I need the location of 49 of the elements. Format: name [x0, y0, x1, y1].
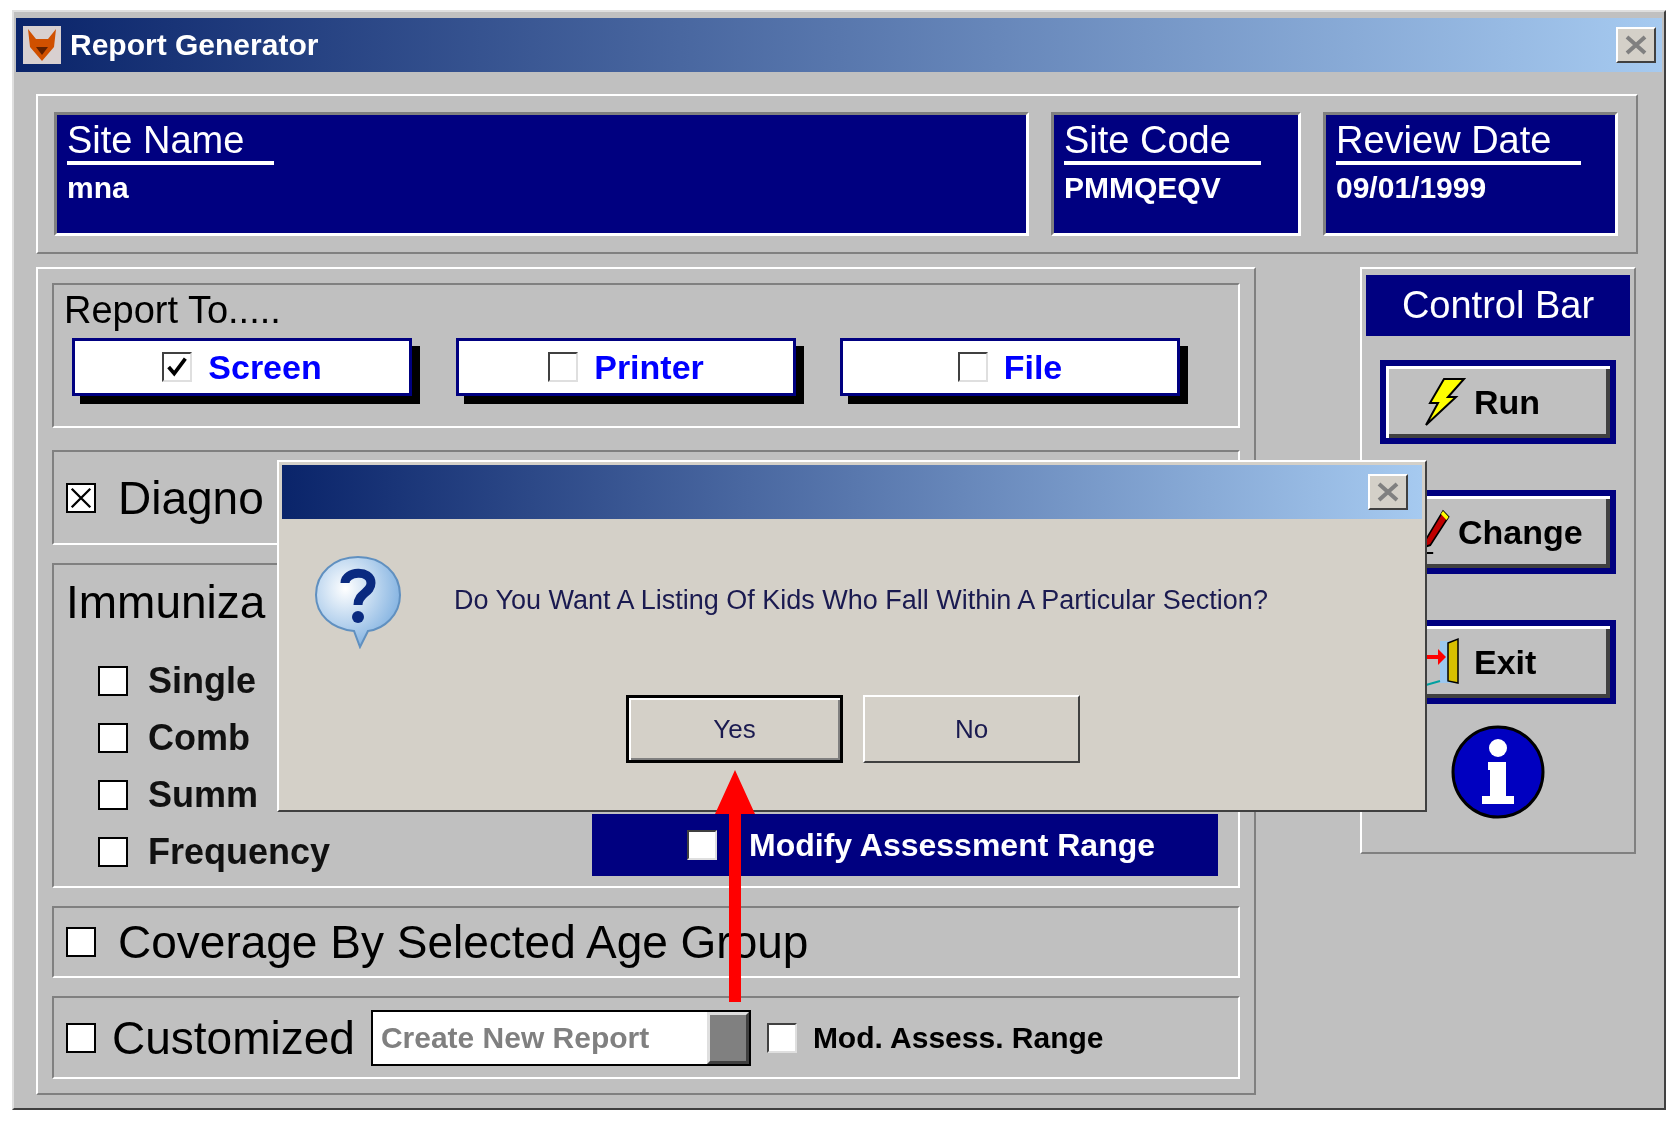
checkbox[interactable] — [66, 482, 96, 513]
info-icon[interactable] — [1450, 724, 1546, 820]
report-combo-box[interactable]: Create New Report — [370, 1009, 751, 1066]
output-option-tile[interactable]: Screen — [72, 338, 420, 404]
immunization-option-label: Frequency — [148, 830, 331, 873]
checkbox[interactable] — [66, 1022, 96, 1053]
checkbox[interactable] — [687, 830, 717, 860]
modify-range-label: Modify Assessment Range — [749, 826, 1156, 864]
output-option-tile[interactable]: File — [840, 338, 1188, 404]
checkbox[interactable] — [98, 665, 128, 696]
site-info-value: 09/01/1999 — [1336, 170, 1488, 205]
report-to-label: Report To..... — [64, 289, 282, 332]
checkbox[interactable] — [766, 1022, 797, 1053]
mod-range-label: Mod. Assess. Range — [812, 1020, 1104, 1055]
customized-label: Customized — [112, 1010, 355, 1065]
dialog-button[interactable]: No — [863, 695, 1080, 763]
report-name-field[interactable]: Create New Report — [372, 1011, 707, 1064]
close-icon — [1375, 481, 1401, 503]
output-option-label[interactable]: File — [1003, 347, 1063, 387]
control-bar-title: Control Bar — [1366, 275, 1630, 336]
site-info-value: PMMQEQV — [1064, 170, 1222, 205]
dropdown-button[interactable] — [706, 1011, 749, 1064]
close-button[interactable] — [1368, 474, 1408, 510]
site-info-label: Site Code — [1064, 121, 1261, 165]
checkbox[interactable] — [66, 927, 96, 957]
close-icon — [1623, 34, 1649, 56]
diagnostic-label: Diagno — [118, 470, 264, 525]
dialog-button[interactable]: Yes — [626, 695, 843, 763]
checkbox[interactable] — [548, 352, 579, 382]
window-title: Report Generator — [70, 28, 320, 62]
checkbox[interactable] — [98, 722, 128, 753]
run-button[interactable]: Run — [1380, 360, 1616, 444]
site-info-label: Site Name — [67, 121, 275, 165]
lightning-icon — [1422, 377, 1466, 427]
site-info-value: mna — [67, 170, 130, 205]
question-icon — [312, 553, 404, 649]
site-info-label: Review Date — [1336, 121, 1582, 165]
checkbox[interactable] — [98, 779, 128, 810]
fox-app-icon — [22, 25, 62, 65]
immunization-title: Immuniza — [66, 575, 266, 629]
close-button[interactable] — [1616, 27, 1656, 63]
dialog-message: Do You Want A Listing Of Kids Who Fall Within A Particular Section? — [454, 585, 1268, 616]
checkbox[interactable] — [98, 836, 128, 867]
immunization-option-label: Summ — [148, 773, 259, 816]
checkbox[interactable] — [162, 352, 193, 382]
checkbox[interactable] — [957, 352, 988, 382]
immunization-option-label: Single — [148, 659, 257, 702]
output-option-tile[interactable]: Printer — [456, 338, 804, 404]
immunization-option-label: Comb — [148, 716, 250, 759]
